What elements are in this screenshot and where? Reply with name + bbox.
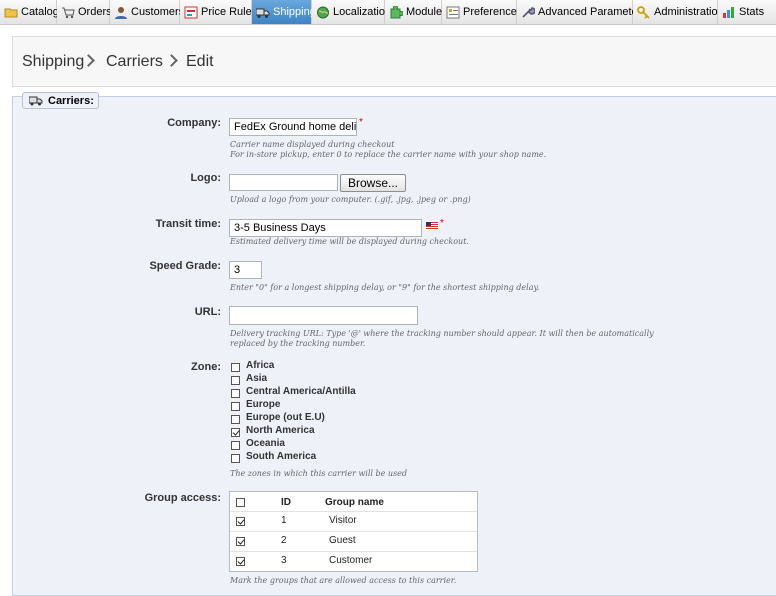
truck-icon (28, 95, 43, 106)
speed-grade-label: Speed Grade: (149, 260, 221, 272)
tab-catalog[interactable]: Catalog (0, 0, 59, 24)
url-help-1: Delivery tracking URL: Type '@' where th… (230, 329, 654, 338)
check-icon (237, 537, 245, 545)
zone-label-europe-out-eu: Europe (out E.U) (246, 412, 325, 423)
speed-grade-input[interactable]: 3 (229, 261, 262, 279)
wrench-icon (521, 6, 536, 19)
zone-label-central-america: Central America/Antilla (246, 386, 356, 397)
company-help-2: For in-store pickup, enter 0 to replace … (230, 150, 547, 159)
tab-label: Price Rules (201, 6, 258, 18)
group-checkbox-checked[interactable] (236, 557, 245, 566)
logo-label: Logo: (190, 172, 221, 184)
group-checkbox-checked[interactable] (236, 517, 245, 526)
url-help-2: replaced by the tracking number. (230, 339, 366, 348)
zone-label-africa: Africa (246, 360, 275, 371)
zone-checkbox[interactable] (231, 402, 240, 411)
truck-icon (255, 6, 270, 19)
speed-grade-help: Enter "0" for a longest shipping delay, … (230, 283, 540, 292)
transit-time-help: Estimated delivery time will be displaye… (230, 237, 469, 246)
breadcrumb-current: Edit (186, 53, 214, 70)
group-name: Guest (329, 535, 356, 546)
tab-administration[interactable]: Administration (633, 0, 724, 24)
group-id: 1 (281, 515, 287, 526)
tab-modules[interactable]: Modules (385, 0, 448, 24)
folder-icon (4, 6, 18, 19)
company-input[interactable]: FedEx Ground home delivery (229, 118, 357, 136)
check-icon (232, 428, 240, 436)
zone-checkbox[interactable] (231, 363, 240, 372)
tab-label: Advanced Parameters (538, 6, 647, 18)
fieldset-legend: Carriers: (22, 92, 99, 109)
select-all-checkbox[interactable] (236, 498, 245, 507)
tab-customers[interactable]: Customers (110, 0, 184, 24)
zone-help: The zones in which this carrier will be … (230, 469, 408, 478)
check-icon (237, 517, 245, 525)
zone-checkbox[interactable] (231, 454, 240, 463)
group-access-help: Mark the groups that are allowed access … (230, 576, 457, 585)
zone-label-north-america: North America (246, 425, 315, 436)
group-id: 2 (281, 535, 287, 546)
tab-orders[interactable]: Orders (57, 0, 112, 24)
chart-icon (722, 6, 736, 19)
zone-checkbox[interactable] (231, 441, 240, 450)
group-name: Customer (329, 555, 373, 566)
transit-time-label: Transit time: (155, 218, 221, 230)
tab-label: Shipping (273, 6, 316, 18)
breadcrumb-shipping[interactable]: Shipping (22, 53, 84, 71)
price-tag-icon (184, 6, 198, 19)
group-id: 3 (281, 555, 287, 566)
column-header-group-name: Group name (325, 497, 384, 508)
group-name: Visitor (329, 515, 357, 526)
tracking-url-input[interactable] (229, 306, 418, 325)
tab-label: Customers (131, 6, 185, 18)
zone-checkbox-checked[interactable] (231, 428, 240, 437)
required-mark: * (440, 218, 444, 229)
puzzle-icon (389, 4, 404, 19)
key-icon (637, 5, 651, 19)
tab-stats[interactable]: Stats (718, 0, 776, 24)
zone-label: Zone: (191, 361, 221, 373)
cart-icon (61, 6, 75, 19)
column-header-id: ID (281, 497, 291, 508)
url-label: URL: (194, 306, 221, 318)
user-icon (114, 6, 128, 19)
tab-advanced-parameters[interactable]: Advanced Parameters (517, 0, 647, 24)
tab-label: Stats (739, 6, 765, 18)
required-mark: * (359, 117, 363, 128)
zone-checkbox[interactable] (231, 415, 240, 424)
group-checkbox-checked[interactable] (236, 537, 245, 546)
tab-localization[interactable]: Localization (312, 0, 391, 24)
tab-shipping[interactable]: Shipping (252, 0, 316, 24)
tab-price-rules[interactable]: Price Rules (180, 0, 257, 24)
zone-label-oceania: Oceania (246, 438, 285, 449)
zone-checkbox[interactable] (231, 376, 240, 385)
tab-preferences[interactable]: Preferences (442, 0, 522, 24)
zone-label-asia: Asia (246, 373, 268, 384)
check-icon (237, 557, 245, 565)
tab-label: Preferences (463, 6, 523, 18)
company-label: Company: (167, 117, 221, 129)
logo-file-input[interactable] (229, 174, 338, 191)
zone-checkbox[interactable] (231, 389, 240, 398)
us-flag-icon[interactable] (426, 221, 438, 230)
zone-label-europe: Europe (246, 399, 281, 410)
preferences-icon (446, 6, 460, 19)
globe-icon (316, 6, 330, 19)
browse-button[interactable]: Browse... (340, 174, 406, 192)
top-tab-bar: Catalog Orders Customers Price Rules Shi… (0, 0, 776, 25)
legend-label: Carriers: (48, 94, 94, 107)
logo-help: Upload a logo from your computer. (.gif,… (230, 195, 471, 204)
zone-label-south-america: South America (246, 451, 317, 462)
tab-label: Orders (78, 6, 112, 18)
transit-time-input[interactable]: 3-5 Business Days (229, 219, 422, 237)
breadcrumb-carriers[interactable]: Carriers (106, 53, 163, 71)
tab-label: Administration (654, 6, 724, 18)
tab-label: Localization (333, 6, 392, 18)
tab-label: Catalog (21, 6, 59, 18)
group-access-label: Group access: (144, 492, 221, 504)
company-help-1: Carrier name displayed during checkout (230, 140, 395, 149)
